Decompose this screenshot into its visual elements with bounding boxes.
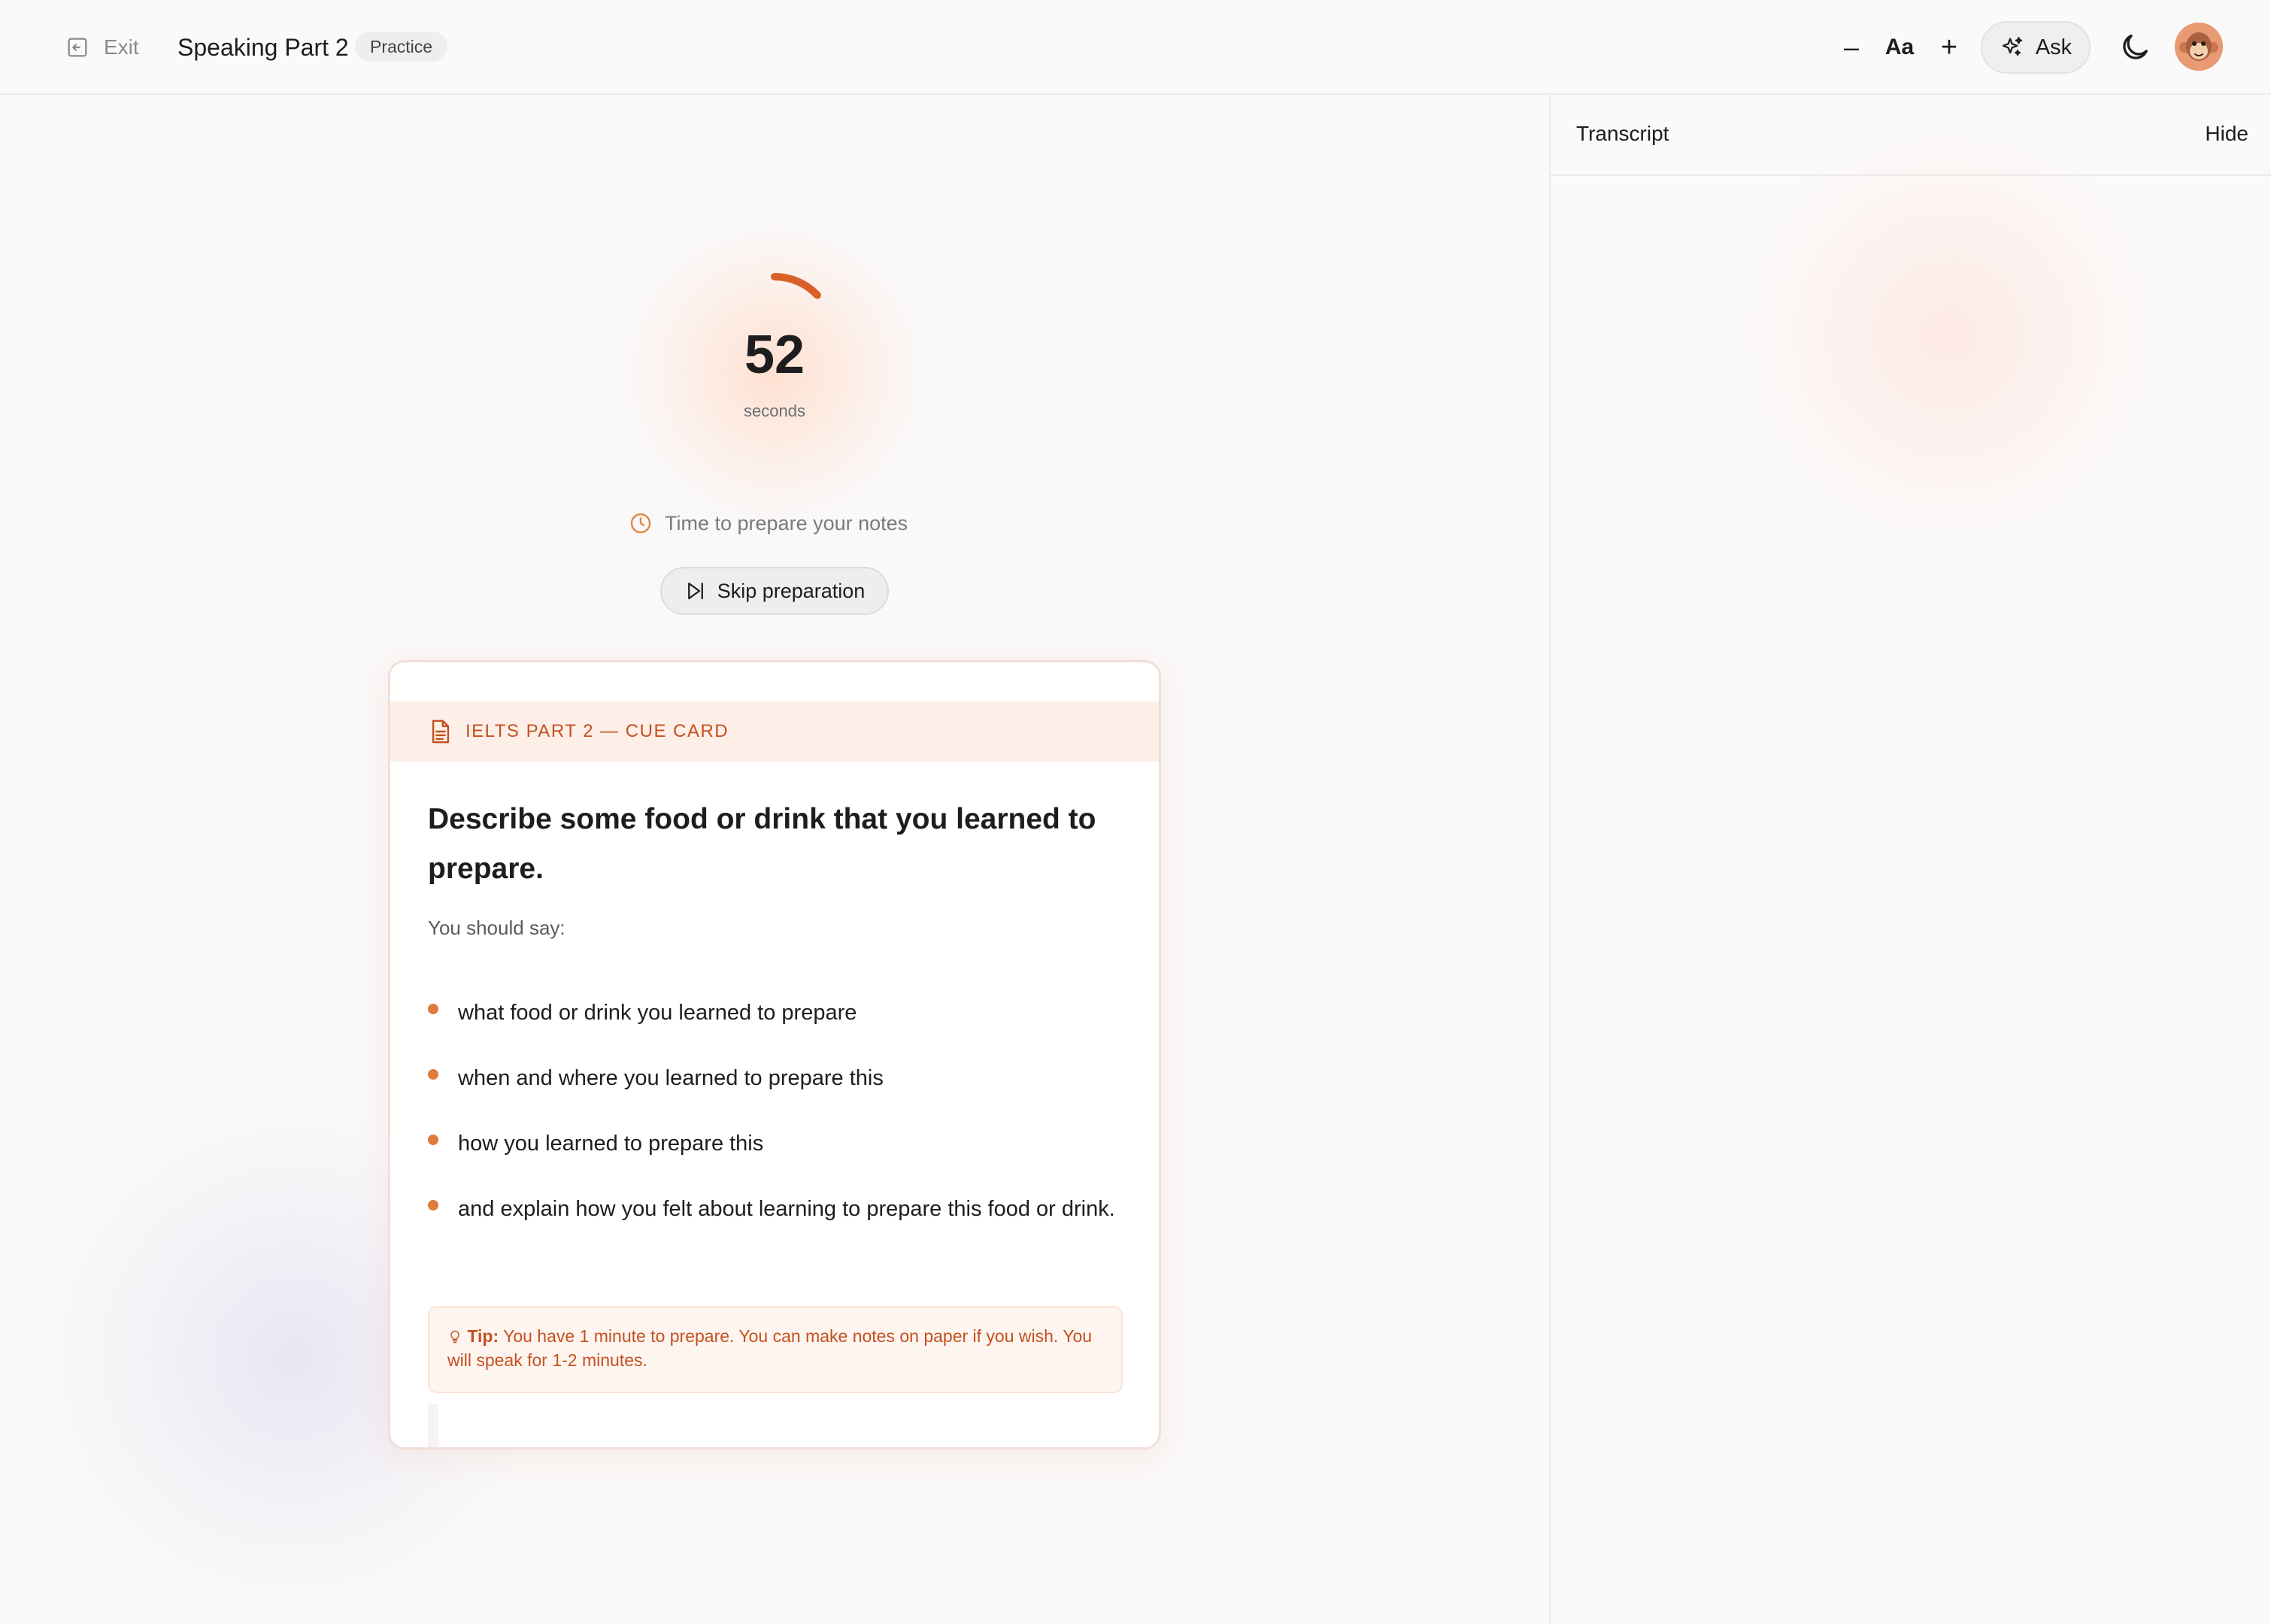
cue-card: IELTS PART 2 — CUE CARD Describe some fo… [388,660,1161,1450]
prep-status-text: Time to prepare your notes [665,511,908,535]
tip-box: Tip: You have 1 minute to prepare. You c… [428,1306,1123,1393]
list-item: what food or drink you learned to prepar… [428,989,1120,1037]
document-icon [432,720,450,744]
main-area: 52 seconds Time to prepare your notes Sk… [0,95,1548,1624]
tip-text: You have 1 minute to prepare. You can ma… [447,1326,1093,1370]
lightbulb-icon [450,1330,459,1344]
list-item: when and where you learned to prepare th… [428,1054,1120,1102]
exit-icon [68,38,87,57]
countdown-value: 52 [744,325,805,385]
cue-point-text: and explain how you felt about learning … [458,1197,1115,1221]
transcript-header: Transcript Hide [1551,95,2271,176]
cue-point-text: when and where you learned to prepare th… [458,1066,884,1090]
transcript-panel: Transcript Hide [1549,95,2271,1624]
monkey-avatar-icon [2175,23,2223,71]
page-title: Speaking Part 2 [177,34,349,61]
moon-icon[interactable] [2118,30,2152,65]
card-edge-decoration [428,1404,438,1447]
mode-badge: Practice [355,32,448,62]
skip-preparation-label: Skip preparation [717,579,866,602]
cue-card-question: Describe some food or drink that you lea… [428,803,1096,885]
font-size-label: Aa [1884,35,1915,59]
countdown-progress-arc [771,273,821,299]
sparkle-icon [2002,37,2023,56]
top-bar: Exit Speaking Part 2 Practice – Aa + Ask [0,0,2271,95]
list-item: and explain how you felt about learning … [428,1185,1120,1233]
bullet-dot [428,1069,438,1080]
prep-status: Time to prepare your notes [629,511,908,535]
hide-transcript-button[interactable]: Hide [2205,122,2248,146]
avatar[interactable] [2175,23,2223,71]
bullet-dot [428,1004,438,1014]
cue-card-header: IELTS PART 2 — CUE CARD [390,701,1159,762]
countdown-unit: seconds [744,401,805,420]
cue-point-text: what food or drink you learned to prepar… [458,1001,857,1025]
ask-button[interactable]: Ask [1981,21,2091,74]
decrease-font-button[interactable]: – [1836,24,1866,71]
clock-icon [630,513,651,534]
cue-card-label: IELTS PART 2 — CUE CARD [465,721,729,741]
cue-point-text: how you learned to prepare this [458,1132,764,1156]
panel-glow [1739,125,2160,546]
skip-preparation-button[interactable]: Skip preparation [660,567,889,615]
exit-label: Exit [104,35,139,59]
skip-icon [687,582,703,600]
ask-label: Ask [2035,35,2072,59]
increase-font-button[interactable]: + [1934,24,1964,71]
list-item: how you learned to prepare this [428,1120,1120,1168]
bullet-dot [428,1135,438,1145]
tip-label: Tip: [467,1326,499,1346]
cue-card-intro: You should say: [428,917,565,939]
bullet-dot [428,1200,438,1210]
cue-card-points: what food or drink you learned to prepar… [428,989,1120,1233]
transcript-title: Transcript [1576,122,1669,145]
exit-button[interactable]: Exit [65,30,139,65]
